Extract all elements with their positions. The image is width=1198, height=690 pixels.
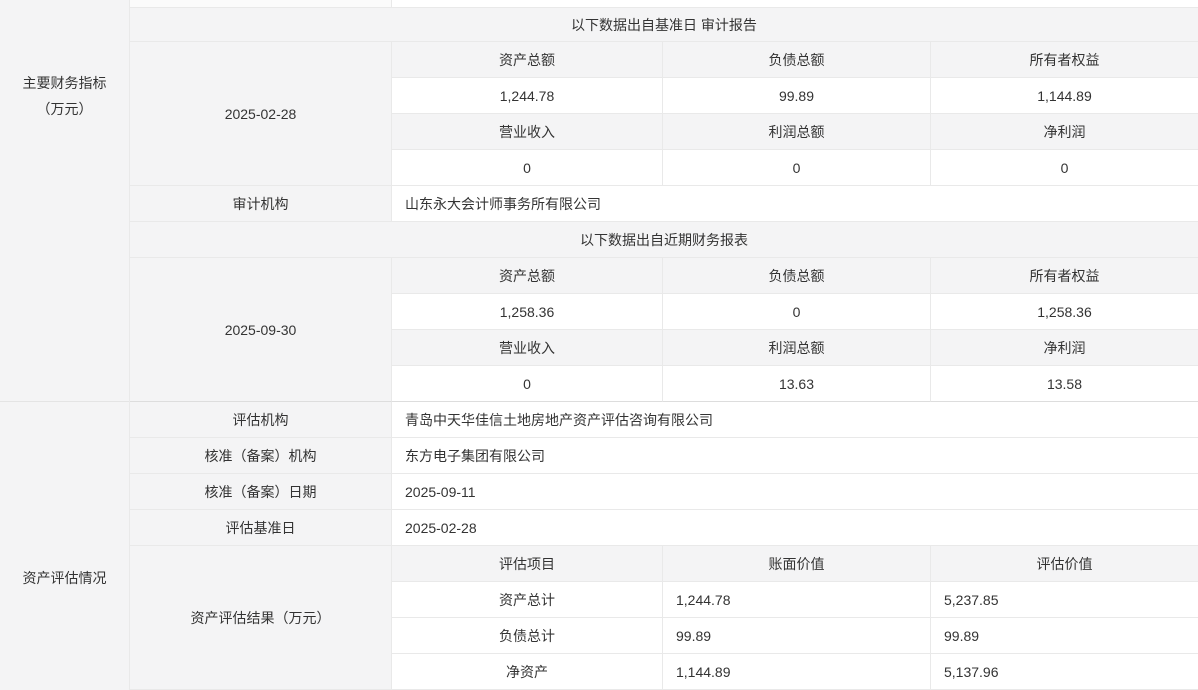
section-label-asset-evaluation: 资产评估情况 [0, 402, 129, 690]
eval-header-assessed-value: 评估价值 [931, 546, 1198, 582]
value-eval-agency: 青岛中天华佳信土地房地产资产评估咨询有限公司 [392, 402, 1198, 438]
recent-report-date-cell: 2025-09-30 [130, 258, 392, 402]
previous-row-sliver-right [392, 0, 1198, 8]
eval-row-assessed-value: 5,237.85 [931, 582, 1198, 618]
header-owners-equity-recent: 所有者权益 [931, 258, 1198, 294]
value-approval-date: 2025-09-11 [392, 474, 1198, 510]
label-approval-agency: 核准（备案）机构 [130, 438, 392, 474]
header-total-profit-audit: 利润总额 [663, 114, 931, 150]
label-eval-agency: 评估机构 [130, 402, 392, 438]
section-label-financial-indicators: 主要财务指标 （万元） [0, 0, 129, 402]
label-eval-base-date: 评估基准日 [130, 510, 392, 546]
value-total-profit-recent: 13.63 [663, 366, 931, 402]
header-revenue-audit: 营业收入 [392, 114, 663, 150]
value-net-profit-audit: 0 [931, 150, 1198, 186]
value-owners-equity-recent: 1,258.36 [931, 294, 1198, 330]
value-revenue-audit: 0 [392, 150, 663, 186]
detail-table: 以下数据出自基准日 审计报告 2025-02-28 资产总额 负债总额 所有者权… [130, 0, 1198, 690]
header-owners-equity-audit: 所有者权益 [931, 42, 1198, 78]
header-total-liabilities-audit: 负债总额 [663, 42, 931, 78]
eval-header-book-value: 账面价值 [663, 546, 931, 582]
value-total-assets-recent: 1,258.36 [392, 294, 663, 330]
label-audit-agency: 审计机构 [130, 186, 392, 222]
audit-base-date-cell: 2025-02-28 [130, 42, 392, 186]
value-total-liabilities-recent: 0 [663, 294, 931, 330]
header-total-assets-recent: 资产总额 [392, 258, 663, 294]
header-net-profit-recent: 净利润 [931, 330, 1198, 366]
header-total-liabilities-recent: 负债总额 [663, 258, 931, 294]
eval-row-assessed-value: 5,137.96 [931, 654, 1198, 690]
header-revenue-recent: 营业收入 [392, 330, 663, 366]
financial-indicators-label: 主要财务指标 [0, 70, 129, 96]
eval-row-item: 资产总计 [392, 582, 663, 618]
value-revenue-recent: 0 [392, 366, 663, 402]
previous-row-sliver-left [130, 0, 392, 8]
eval-row-assessed-value: 99.89 [931, 618, 1198, 654]
value-net-profit-recent: 13.58 [931, 366, 1198, 402]
eval-row-book-value: 1,244.78 [663, 582, 931, 618]
value-total-liabilities-audit: 99.89 [663, 78, 931, 114]
value-total-profit-audit: 0 [663, 150, 931, 186]
value-eval-base-date: 2025-02-28 [392, 510, 1198, 546]
value-approval-agency: 东方电子集团有限公司 [392, 438, 1198, 474]
value-audit-agency: 山东永大会计师事务所有限公司 [392, 186, 1198, 222]
value-owners-equity-audit: 1,144.89 [931, 78, 1198, 114]
asset-evaluation-label: 资产评估情况 [0, 568, 129, 588]
financial-disclosure-page: 主要财务指标 （万元） 资产评估情况 以下数据出自基准日 审计报告 2025-0… [0, 0, 1198, 690]
financial-indicators-unit: （万元） [0, 96, 129, 122]
eval-row-book-value: 1,144.89 [663, 654, 931, 690]
banner-audit-source: 以下数据出自基准日 审计报告 [130, 8, 1198, 42]
header-net-profit-audit: 净利润 [931, 114, 1198, 150]
label-approval-date: 核准（备案）日期 [130, 474, 392, 510]
eval-row-item: 净资产 [392, 654, 663, 690]
banner-recent-source: 以下数据出自近期财务报表 [130, 222, 1198, 258]
eval-row-book-value: 99.89 [663, 618, 931, 654]
header-total-assets-audit: 资产总额 [392, 42, 663, 78]
eval-header-item: 评估项目 [392, 546, 663, 582]
value-total-assets-audit: 1,244.78 [392, 78, 663, 114]
category-column: 主要财务指标 （万元） 资产评估情况 [0, 0, 130, 690]
header-total-profit-recent: 利润总额 [663, 330, 931, 366]
eval-row-item: 负债总计 [392, 618, 663, 654]
label-eval-result: 资产评估结果（万元） [130, 546, 392, 690]
